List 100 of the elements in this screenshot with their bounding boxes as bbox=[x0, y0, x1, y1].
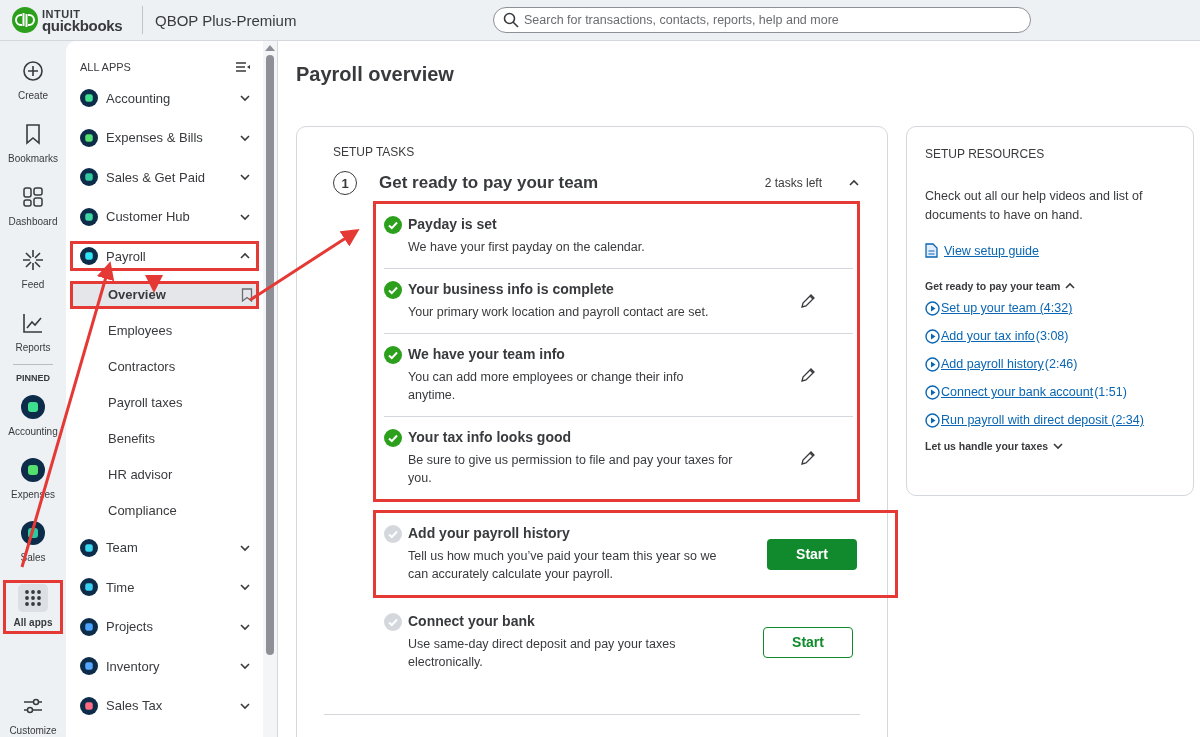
burst-icon bbox=[22, 249, 44, 271]
video-duration: (1:51) bbox=[1094, 385, 1127, 399]
pencil-icon[interactable] bbox=[800, 450, 816, 466]
app-menu-item[interactable]: Payroll bbox=[70, 241, 259, 271]
submenu-item[interactable]: Payroll taxes bbox=[70, 388, 259, 417]
search-field[interactable]: Search for transactions, contacts, reports, help and more bbox=[493, 7, 1031, 33]
app-menu-item[interactable]: Accounting bbox=[70, 83, 259, 113]
page-title: Payroll overview bbox=[296, 63, 455, 86]
play-circle-icon bbox=[925, 300, 940, 316]
product-name: QBOP Plus-Premium bbox=[155, 11, 298, 29]
app-menu-item[interactable]: Projects bbox=[70, 611, 259, 642]
app-menu-item[interactable]: Sales Tax bbox=[70, 690, 259, 721]
task-title: We have your team info bbox=[408, 346, 566, 362]
section-label: PINNED bbox=[16, 373, 50, 383]
section-toggle[interactable]: Let us handle your taxes bbox=[925, 440, 1049, 452]
submenu-item[interactable]: Compliance bbox=[70, 496, 259, 525]
submenu-item[interactable]: Contractors bbox=[70, 352, 259, 381]
rail-item[interactable]: Dashboard bbox=[3, 181, 63, 229]
task-title: Add your payroll history bbox=[408, 525, 571, 541]
task-title: Payday is set bbox=[408, 216, 498, 232]
play-circle-icon bbox=[925, 356, 940, 372]
app-icon bbox=[21, 521, 45, 545]
app-icon bbox=[80, 696, 98, 715]
pencil-icon[interactable] bbox=[800, 367, 816, 383]
video-link[interactable]: Run payroll with direct deposit (2:34) bbox=[941, 413, 1144, 427]
video-link[interactable]: Add payroll history bbox=[941, 357, 1044, 371]
video-link[interactable]: Connect your bank account bbox=[941, 385, 1094, 399]
section-toggle[interactable]: Get ready to pay your team bbox=[925, 280, 1061, 292]
panel-title: ALL APPS bbox=[80, 61, 131, 73]
tasks-left-count: 2 tasks left bbox=[764, 176, 822, 190]
app-menu-item[interactable]: Inventory bbox=[70, 651, 259, 681]
collapse-menu-icon[interactable] bbox=[235, 61, 251, 73]
start-button[interactable]: Start bbox=[767, 538, 857, 570]
task-description: Your primary work location and payroll contact are set. bbox=[408, 304, 710, 321]
app-menu-item[interactable]: Expenses & Bills bbox=[70, 122, 259, 153]
app-icon bbox=[80, 89, 98, 107]
app-menu-item[interactable]: Sales & Get Paid bbox=[70, 162, 259, 192]
logo-text: INTUIT bbox=[42, 8, 82, 20]
app-menu-item[interactable]: Time bbox=[70, 572, 259, 602]
pencil-icon[interactable] bbox=[800, 293, 816, 309]
step-heading: Get ready to pay your team bbox=[379, 173, 600, 193]
task-description: Be sure to give us permission to file and pay your taxes for you. bbox=[408, 452, 733, 487]
apps-grid-icon bbox=[24, 589, 42, 607]
video-link[interactable]: Set up your team (4:32) bbox=[941, 301, 1073, 315]
document-icon bbox=[925, 243, 938, 258]
play-circle-icon bbox=[925, 384, 940, 400]
app-icon bbox=[21, 395, 45, 419]
video-duration: (3:08) bbox=[1035, 329, 1069, 343]
app-icon bbox=[80, 578, 98, 596]
scroll-up-icon[interactable] bbox=[265, 45, 275, 51]
start-button[interactable]: Start bbox=[763, 626, 853, 658]
task-title: Your tax info looks good bbox=[408, 429, 573, 445]
search-icon bbox=[503, 12, 519, 28]
section-label: SETUP TASKS bbox=[333, 145, 416, 159]
app-icon bbox=[80, 207, 98, 226]
app-icon bbox=[21, 458, 45, 482]
task-title: Your business info is complete bbox=[408, 281, 615, 297]
app-icon bbox=[80, 617, 98, 636]
caret-down-icon[interactable] bbox=[239, 660, 251, 672]
rail-item[interactable]: Reports bbox=[3, 307, 63, 355]
rail-item[interactable]: Feed bbox=[3, 244, 63, 292]
play-circle-icon bbox=[925, 328, 940, 344]
intro-text: Check out all our help videos and list of documents to have on hand. bbox=[925, 188, 1144, 224]
play-circle-icon bbox=[925, 412, 940, 428]
caret-down-icon[interactable] bbox=[239, 92, 251, 104]
rail-item[interactable]: Create bbox=[3, 55, 63, 103]
submenu-item[interactable]: Overview bbox=[70, 280, 259, 309]
task-description: Tell us how much you’ve paid your team this year so we can accurately calculate your payroll. bbox=[408, 548, 718, 583]
rail-item[interactable]: Bookmarks bbox=[3, 118, 63, 166]
video-duration: (2:46) bbox=[1044, 357, 1078, 371]
video-link[interactable]: Add your tax info bbox=[941, 329, 1035, 343]
task-description: We have your first payday on the calendar. bbox=[408, 239, 646, 256]
app-icon bbox=[80, 168, 98, 186]
task-description: Use same-day direct deposit and pay your taxes electronically. bbox=[408, 636, 677, 671]
section-label: SETUP RESOURCES bbox=[925, 147, 1046, 161]
dashboard-icon bbox=[22, 186, 44, 208]
line-chart-icon bbox=[22, 312, 44, 334]
rail-item[interactable]: Accounting bbox=[3, 391, 63, 439]
submenu-item[interactable]: Employees bbox=[70, 316, 259, 345]
task-description: You can add more employees or change their info anytime. bbox=[408, 369, 685, 404]
app-icon bbox=[80, 128, 98, 147]
logo-icon bbox=[12, 7, 38, 33]
rail-item[interactable]: All apps bbox=[3, 580, 63, 634]
app-menu-item[interactable]: Customer Hub bbox=[70, 201, 259, 232]
task-title: Connect your bank bbox=[408, 613, 536, 629]
submenu-item[interactable]: Benefits bbox=[70, 424, 259, 453]
bookmark-icon[interactable] bbox=[241, 287, 253, 302]
rail-item[interactable]: Customize bbox=[3, 690, 63, 737]
submenu-item[interactable]: HR advisor bbox=[70, 460, 259, 489]
scrollbar-thumb[interactable] bbox=[266, 55, 274, 655]
app-icon bbox=[80, 657, 98, 675]
logo-wordmark: quickbooks bbox=[42, 20, 123, 32]
setup-guide-link[interactable]: View setup guide bbox=[944, 243, 1039, 258]
app-icon bbox=[80, 538, 98, 557]
app-menu-item[interactable]: Team bbox=[70, 532, 259, 563]
app-icon bbox=[80, 247, 98, 265]
caret-down-icon[interactable] bbox=[239, 171, 251, 183]
caret-down-icon[interactable] bbox=[239, 581, 251, 593]
caret-down-icon[interactable] bbox=[1052, 440, 1065, 452]
plus-circle-icon bbox=[22, 60, 44, 82]
